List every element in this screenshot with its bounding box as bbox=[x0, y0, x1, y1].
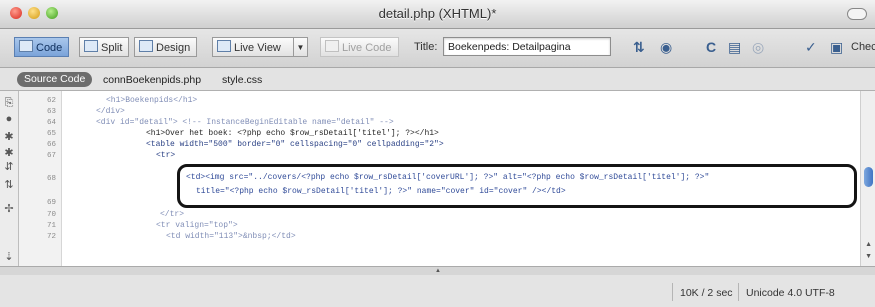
line-number: 65 bbox=[46, 130, 56, 138]
code-line: <tr valign="top"> bbox=[156, 221, 238, 230]
document-toolbar: Code Split Design Live View ▼ Live Code … bbox=[0, 29, 875, 68]
title-bar: detail.php (XHTML)* bbox=[0, 0, 875, 29]
split-view-button[interactable]: Split bbox=[79, 37, 130, 57]
live-view-button[interactable]: Live View bbox=[212, 37, 294, 57]
split-view-label: Split bbox=[101, 42, 123, 54]
code-line: <table width="500" border="0" cellspacin… bbox=[146, 140, 444, 149]
code-icon bbox=[19, 40, 33, 52]
line-number: 64 bbox=[46, 119, 56, 127]
live-view-dropdown-arrow[interactable]: ▼ bbox=[294, 37, 308, 57]
status-divider bbox=[672, 283, 673, 301]
code-line: <tr> bbox=[156, 151, 176, 160]
indent-icon[interactable]: ⇣ bbox=[3, 251, 15, 263]
code-view-label: Code bbox=[36, 42, 63, 54]
document-title-input[interactable] bbox=[443, 37, 611, 56]
splitter-grip-icon[interactable]: ▲ bbox=[435, 268, 441, 274]
highlighted-code-callout bbox=[177, 164, 857, 208]
live-code-icon bbox=[325, 40, 339, 52]
refresh-icon[interactable]: C bbox=[706, 39, 716, 55]
apply-comment-icon[interactable]: ✢ bbox=[3, 203, 15, 215]
line-number: 68 bbox=[46, 175, 56, 183]
preview-browser-icon[interactable]: ◉ bbox=[660, 39, 672, 55]
design-view-label: Design bbox=[156, 42, 191, 54]
toolbar-toggle-button[interactable] bbox=[847, 8, 867, 20]
view-options-icon[interactable]: ▤ bbox=[728, 39, 741, 55]
code-line: <h1>Boekenpids</h1> bbox=[106, 96, 198, 105]
show-code-navigator-icon[interactable]: ● bbox=[3, 113, 15, 125]
line-number: 69 bbox=[46, 199, 56, 207]
code-line: </tr> bbox=[160, 210, 185, 219]
line-number: 71 bbox=[46, 222, 56, 230]
related-file-style[interactable]: style.css bbox=[222, 74, 262, 86]
open-documents-icon[interactable]: ⎘ bbox=[3, 97, 15, 109]
scroll-up-arrow[interactable]: ▲ bbox=[865, 241, 872, 248]
window-title: detail.php (XHTML)* bbox=[378, 6, 497, 21]
related-file-connboekenpids[interactable]: connBoekenpids.php bbox=[103, 74, 201, 86]
design-view-button[interactable]: Design bbox=[134, 37, 198, 57]
line-number: 63 bbox=[46, 108, 56, 116]
code-line: <td width="113">&nbsp;</td> bbox=[166, 232, 296, 241]
download-size-status: 10K / 2 sec bbox=[680, 287, 733, 299]
split-icon bbox=[84, 40, 98, 52]
code-line-highlighted: title="<?php echo $row_rsDetail['titel']… bbox=[196, 187, 566, 196]
check-browser-icon[interactable]: ▣ bbox=[830, 39, 843, 55]
line-number: 72 bbox=[46, 233, 56, 241]
validate-markup-icon[interactable]: ✓ bbox=[805, 39, 817, 55]
code-line: <div id="detail"> <!-- InstanceBeginEdit… bbox=[96, 118, 394, 127]
status-bar: 10K / 2 sec Unicode 4.0 UTF-8 bbox=[0, 275, 875, 307]
live-code-button[interactable]: Live Code bbox=[320, 37, 399, 57]
visual-aids-icon[interactable]: ◎ bbox=[752, 39, 764, 55]
select-parent-tag-icon[interactable]: ⇅ bbox=[3, 179, 15, 191]
code-line: </div> bbox=[96, 107, 125, 116]
live-view-icon bbox=[217, 40, 231, 52]
code-view-button[interactable]: Code bbox=[14, 37, 70, 57]
check-browser-label: Chec bbox=[851, 41, 875, 53]
line-number: 66 bbox=[46, 141, 56, 149]
encoding-status: Unicode 4.0 UTF-8 bbox=[746, 287, 835, 299]
line-number: 62 bbox=[46, 97, 56, 105]
coding-toolbar: ⎘ ● ✱ ✱ ⇵ ⇅ ✢ ⇣ bbox=[0, 91, 19, 266]
editor-window: detail.php (XHTML)* Code Split Design Li… bbox=[0, 0, 875, 307]
line-number: 67 bbox=[46, 152, 56, 160]
design-icon bbox=[139, 40, 153, 52]
vertical-scroll-thumb[interactable] bbox=[864, 167, 873, 187]
live-view-label: Live View bbox=[234, 42, 281, 54]
code-line: <h1>Over het boek: <?php echo $row_rsDet… bbox=[146, 129, 439, 138]
collapse-selection-icon[interactable]: ⇵ bbox=[3, 161, 15, 173]
related-files-bar: Source Code connBoekenpids.php style.css bbox=[0, 68, 875, 91]
scroll-down-arrow[interactable]: ▼ bbox=[865, 253, 872, 260]
source-code-tab[interactable]: Source Code bbox=[17, 72, 93, 87]
file-management-icon[interactable]: ⇅ bbox=[633, 39, 645, 55]
line-number: 70 bbox=[46, 211, 56, 219]
code-editor[interactable]: ⎘ ● ✱ ✱ ⇵ ⇅ ✢ ⇣ 62 63 64 65 66 67 68 69 … bbox=[0, 91, 875, 266]
vertical-scrollbar[interactable]: ▲ ▼ bbox=[860, 91, 875, 266]
title-field-label: Title: bbox=[414, 41, 438, 53]
collapse-tag-icon[interactable]: ✱ bbox=[3, 131, 15, 143]
expand-tag-icon[interactable]: ✱ bbox=[3, 147, 15, 159]
live-code-label: Live Code bbox=[342, 42, 392, 54]
status-divider bbox=[738, 283, 739, 301]
code-line-highlighted: <td><img src="../covers/<?php echo $row_… bbox=[186, 173, 710, 182]
